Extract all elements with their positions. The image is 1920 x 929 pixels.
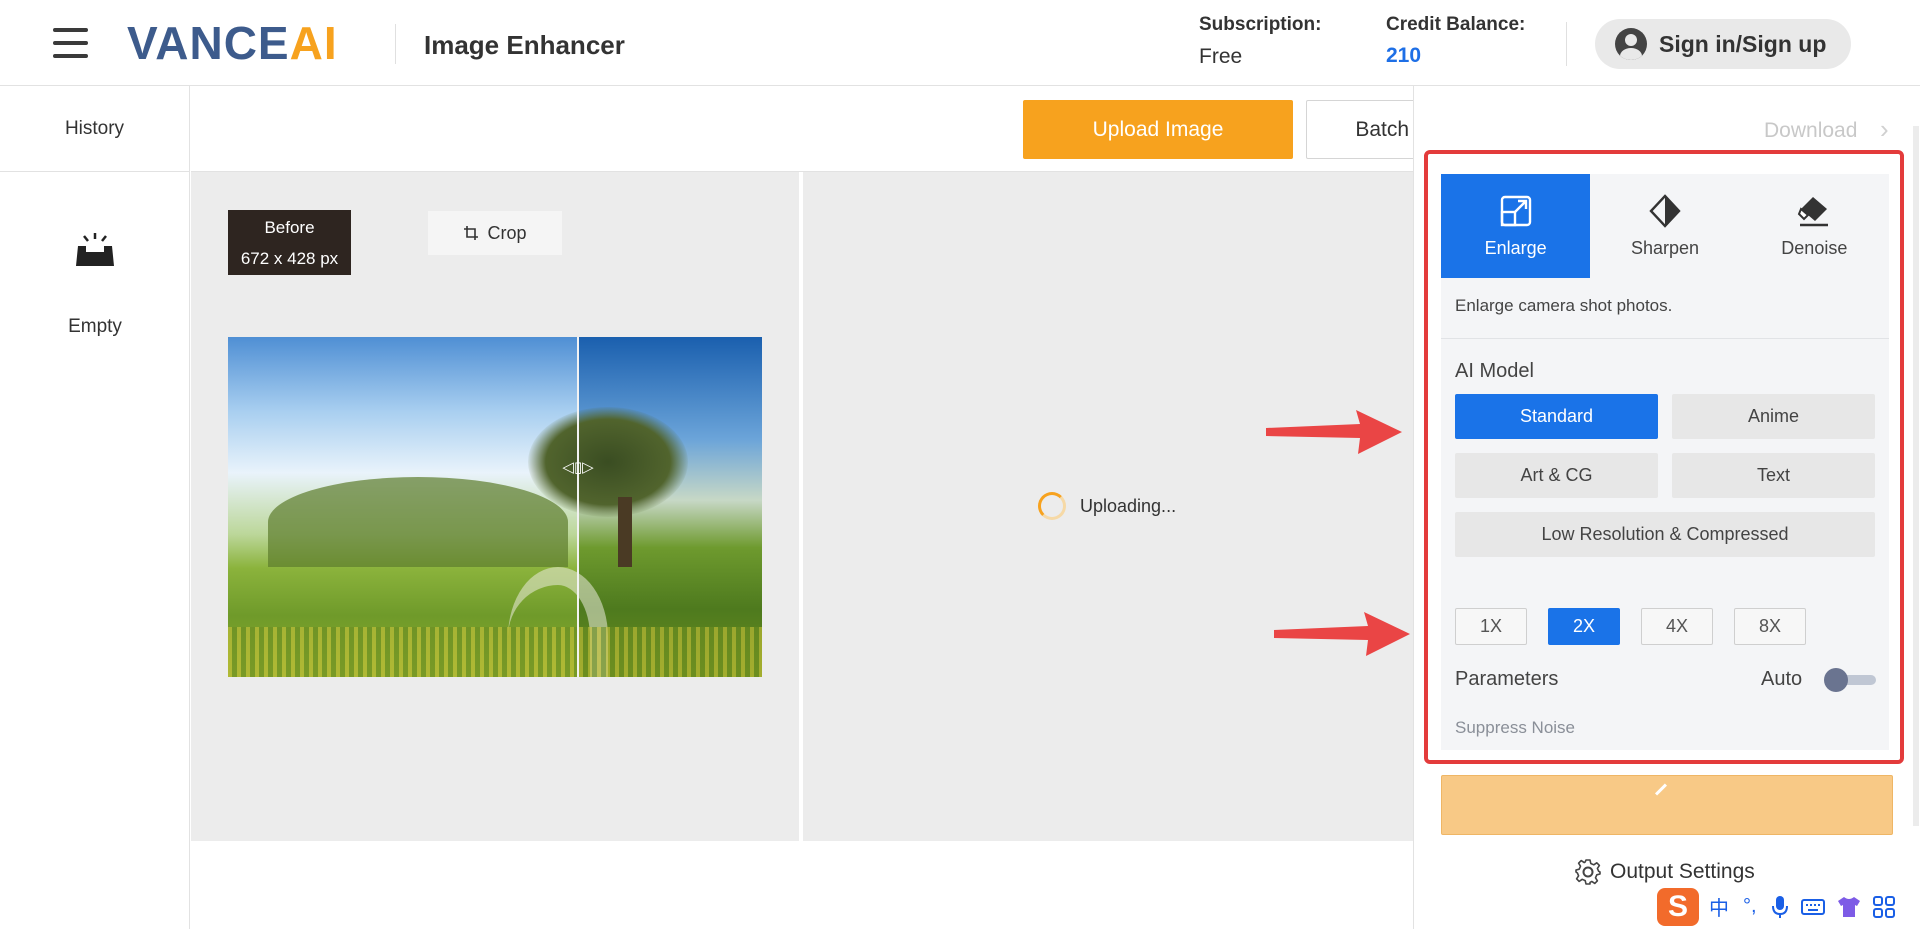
page-title: Image Enhancer [424,30,625,60]
uploading-label: Uploading... [1080,495,1177,516]
upload-image-button[interactable]: Upload Image [1023,100,1293,159]
microphone-icon[interactable] [1771,895,1789,919]
skin-shirt-icon[interactable] [1837,896,1861,918]
tree-shape [528,407,688,517]
before-badge: Before 672 x 428 px [228,210,351,275]
uploading-indicator: Uploading... [1038,492,1176,520]
apps-grid-icon[interactable] [1872,895,1895,918]
before-size: 672 x 428 px [240,249,339,268]
hamburger-menu-icon[interactable] [53,28,88,58]
tree-trunk-shape [618,497,632,567]
after-canvas: Uploading... [803,172,1413,841]
crop-button[interactable]: Crop [427,210,563,256]
output-settings-button[interactable]: Output Settings [1574,858,1755,886]
header-divider [395,24,396,64]
chevron-right-icon: › [1880,114,1889,144]
ime-logo-icon[interactable]: S [1657,887,1699,926]
vanceai-logo[interactable]: VANCEAI [127,18,338,68]
empty-inbox-icon [76,233,114,266]
compare-slider-handle-icon[interactable]: ◁▯▷ [562,455,594,479]
subscription-value: Free [1199,45,1243,68]
highlight-frame [1424,150,1904,764]
preview-image[interactable]: ◁▯▷ [228,337,762,677]
before-label: Before [264,218,315,237]
panel-scrollbar[interactable] [1913,126,1919,826]
loading-spinner-icon [1038,492,1066,520]
ime-toolbar: S 中 °, [1653,884,1920,929]
credit-balance-value: 210 [1386,44,1422,67]
credit-balance-label: Credit Balance: [1386,14,1526,35]
ime-language-toggle[interactable]: 中 [1709,892,1729,921]
crop-icon [464,226,479,240]
settings-panel: Download › Enlarge Sharpen Denoise Enlar… [1413,86,1920,929]
sign-in-button[interactable]: Sign in/Sign up [1595,19,1851,69]
flowers-shape [228,627,762,677]
crop-label: Crop [487,222,527,243]
keyboard-icon[interactable] [1800,898,1825,916]
history-tab[interactable]: History [0,86,189,172]
ime-punctuation-toggle[interactable]: °, [1743,895,1757,918]
output-settings-label: Output Settings [1610,860,1755,883]
sign-in-label: Sign in/Sign up [1659,30,1827,57]
download-button[interactable]: Download [1764,119,1857,143]
pencil-icon [1654,783,1668,796]
header-divider [1566,22,1567,66]
top-header: VANCEAI Image Enhancer Subscription: Fre… [0,0,1920,86]
user-avatar-icon [1615,28,1647,60]
toolbar: Upload Image Batch Process ⟶ [191,86,1576,172]
hill-shape [268,477,568,567]
annotation-arrow-icon [1274,612,1410,656]
gear-icon [1575,859,1601,885]
workspace-footer [191,841,1413,929]
start-process-button[interactable] [1441,775,1893,835]
empty-history-label: Empty [68,316,122,337]
subscription-label: Subscription: [1199,14,1322,35]
compare-split-line[interactable] [577,337,579,677]
history-sidebar: History Empty [0,86,190,929]
before-canvas: Before 672 x 428 px Crop ◁▯▷ [191,172,799,841]
annotation-arrow-icon [1266,410,1402,454]
